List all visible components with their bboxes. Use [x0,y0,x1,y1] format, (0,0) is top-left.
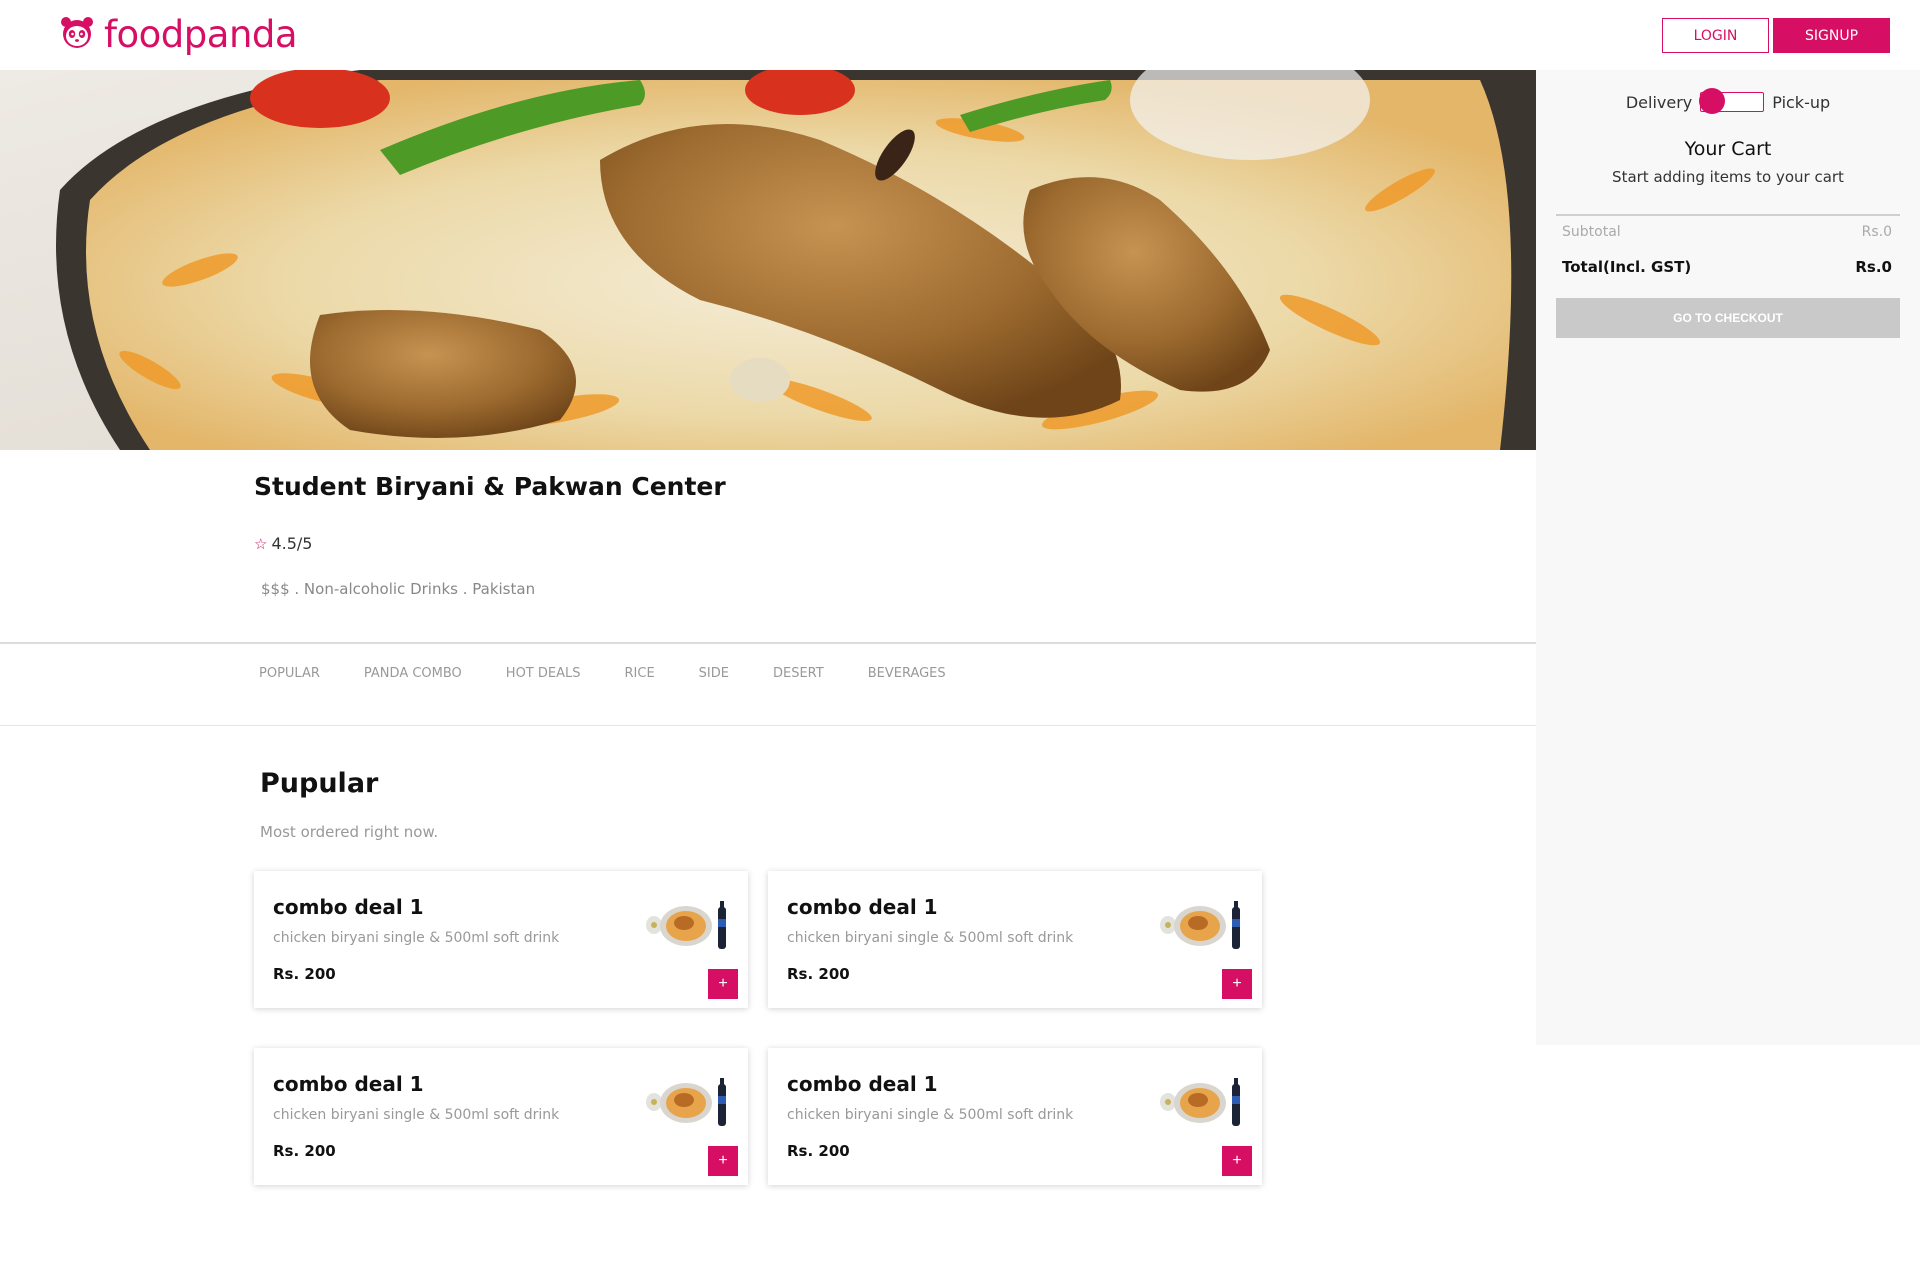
top-header: foodpanda LOGIN SIGNUP [0,0,1920,70]
cart-subtitle: Start adding items to your cart [1612,168,1844,186]
category-tabs: POPULAR PANDA COMBO HOT DEALS RICE SIDE … [259,666,990,681]
add-to-cart-button[interactable]: + [708,1146,738,1176]
tabs-divider [0,725,1536,726]
restaurant-name: Student Biryani & Pakwan Center [254,472,726,501]
item-title: combo deal 1 [273,895,424,919]
section-subtitle: Most ordered right now. [260,823,439,841]
star-icon: ☆ [254,534,268,553]
item-title: combo deal 1 [787,1072,938,1096]
toggle-knob[interactable] [1699,88,1726,114]
menu-item-card[interactable]: combo deal 1 chicken biryani single & 50… [768,871,1262,1008]
combo-food-image [1160,1076,1246,1126]
tab-popular[interactable]: POPULAR [259,666,320,681]
item-price: Rs. 200 [787,965,850,983]
combo-food-image [646,1076,732,1126]
total-row: Total(Incl. GST) Rs.0 [1562,258,1892,276]
total-label: Total(Incl. GST) [1562,258,1692,276]
tab-hot-deals[interactable]: HOT DEALS [506,666,581,681]
brand-logo[interactable]: foodpanda [60,13,298,56]
item-price: Rs. 200 [273,1142,336,1160]
menu-item-card[interactable]: combo deal 1 chicken biryani single & 50… [254,1048,748,1185]
subtotal-row: Subtotal Rs.0 [1562,224,1892,240]
item-description: chicken biryani single & 500ml soft drin… [273,930,560,946]
item-description: chicken biryani single & 500ml soft drin… [273,1107,560,1123]
tab-panda-combo[interactable]: PANDA COMBO [364,666,462,681]
total-value: Rs.0 [1855,258,1892,276]
info-divider [0,642,1536,644]
cart-title: Your Cart [1684,138,1772,160]
pickup-label[interactable]: Pick-up [1772,93,1830,112]
tab-rice[interactable]: RICE [625,666,655,681]
hero-biryani-image [0,70,1536,450]
brand-name: foodpanda [104,13,298,56]
cart-divider [1556,214,1900,216]
delivery-label[interactable]: Delivery [1626,93,1692,112]
rating-value: 4.5/5 [271,534,313,553]
item-title: combo deal 1 [787,895,938,919]
menu-item-card[interactable]: combo deal 1 chicken biryani single & 50… [254,871,748,1008]
restaurant-rating: ☆ 4.5/5 [254,534,312,553]
item-price: Rs. 200 [273,965,336,983]
delivery-pickup-toggle[interactable] [1699,88,1765,114]
combo-food-image [646,899,732,949]
combo-food-image [1160,899,1246,949]
item-description: chicken biryani single & 500ml soft drin… [787,1107,1074,1123]
delivery-mode-toggle-row: Delivery Pick-up [1536,88,1920,114]
item-description: chicken biryani single & 500ml soft drin… [787,930,1074,946]
tab-side[interactable]: SIDE [699,666,729,681]
tab-desert[interactable]: DESERT [773,666,824,681]
section-title: Pupular [260,768,379,799]
signup-button[interactable]: SIGNUP [1773,18,1890,53]
subtotal-label: Subtotal [1562,224,1621,240]
item-title: combo deal 1 [273,1072,424,1096]
tab-beverages[interactable]: BEVERAGES [868,666,946,681]
subtotal-value: Rs.0 [1861,224,1892,240]
panda-icon [60,16,94,54]
login-button[interactable]: LOGIN [1662,18,1769,53]
item-price: Rs. 200 [787,1142,850,1160]
restaurant-meta: $$$ . Non-alcoholic Drinks . Pakistan [261,580,536,598]
checkout-button[interactable]: GO TO CHECKOUT [1556,298,1900,338]
add-to-cart-button[interactable]: + [1222,969,1252,999]
add-to-cart-button[interactable]: + [708,969,738,999]
cart-panel: Delivery Pick-up Your Cart Start adding … [1536,70,1920,1045]
menu-item-card[interactable]: combo deal 1 chicken biryani single & 50… [768,1048,1262,1185]
add-to-cart-button[interactable]: + [1222,1146,1252,1176]
